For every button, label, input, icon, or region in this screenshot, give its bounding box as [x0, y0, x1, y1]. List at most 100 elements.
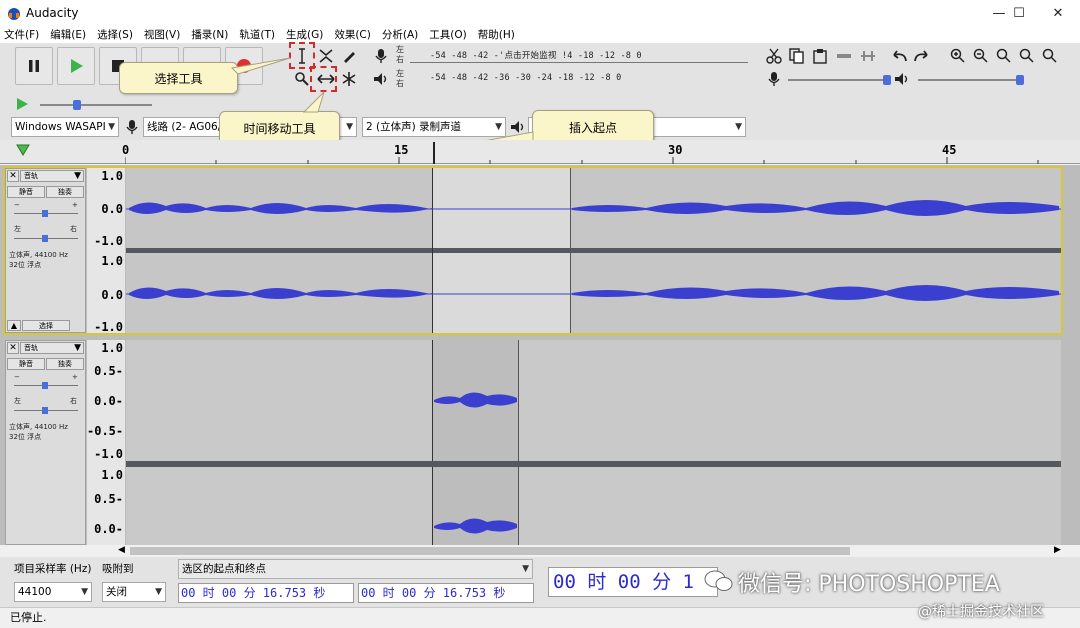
- menu-transport[interactable]: 播录(N): [191, 27, 228, 42]
- record-volume-slider[interactable]: [788, 79, 888, 81]
- menu-edit[interactable]: 编辑(E): [50, 27, 86, 42]
- draw-tool-button[interactable]: [339, 46, 359, 66]
- track-1-select-button[interactable]: 选择: [22, 320, 70, 331]
- copy-button[interactable]: [787, 46, 807, 66]
- play-meter-button[interactable]: [371, 69, 391, 89]
- track-2-menu-button[interactable]: 音轨 ▼: [20, 342, 84, 354]
- play-at-speed-button[interactable]: [12, 94, 32, 114]
- track-1-solo-button[interactable]: 独奏: [46, 186, 84, 198]
- track-2-pan-right: 右: [70, 397, 77, 405]
- selection-end-time[interactable]: 00 时 00 分 16.753 秒: [358, 583, 534, 603]
- wechat-logo-icon: [704, 570, 733, 591]
- track-2-solo-button[interactable]: 独奏: [46, 358, 84, 370]
- audacity-logo-icon: [8, 8, 20, 20]
- scroll-left-icon[interactable]: ◀: [118, 545, 125, 555]
- track-1-pan-thumb[interactable]: [42, 235, 48, 242]
- silence-audio-icon: [861, 51, 875, 61]
- menu-view[interactable]: 视图(V): [144, 27, 180, 42]
- fit-project-button[interactable]: [1017, 46, 1037, 66]
- pin-head-icon[interactable]: [16, 144, 30, 156]
- menu-help[interactable]: 帮助(H): [478, 27, 515, 42]
- ruler-tick-0: 0: [122, 143, 130, 157]
- multi-tool-button[interactable]: [339, 69, 359, 89]
- paste-button[interactable]: [810, 46, 830, 66]
- audio-host-value: Windows WASAPI: [15, 121, 106, 133]
- close-button[interactable]: ✕: [1039, 0, 1077, 26]
- callout-timeshift-pointer: [302, 91, 325, 113]
- play-volume-thumb[interactable]: [1016, 75, 1024, 85]
- project-rate-label: 项目采样率 (Hz): [14, 563, 92, 575]
- play-icon: [17, 98, 28, 110]
- redo-icon: [914, 50, 928, 62]
- audio-host-select[interactable]: Windows WASAPI ▼: [11, 117, 119, 137]
- speed-slider[interactable]: [40, 104, 152, 106]
- track-2-channel-1-wave[interactable]: [126, 340, 1061, 461]
- zoom-tool-button[interactable]: [292, 69, 312, 89]
- snap-to-select[interactable]: 关闭 ▼: [102, 582, 166, 602]
- scroll-right-icon[interactable]: ▶: [1054, 545, 1061, 555]
- track-2-mute-button[interactable]: 静音: [7, 358, 45, 370]
- horizontal-scrollbar[interactable]: ◀ ▶: [118, 545, 1066, 557]
- speed-thumb[interactable]: [73, 100, 81, 110]
- timeshift-tool-highlight: [310, 66, 337, 92]
- track-1-name: 音轨: [24, 172, 38, 180]
- fit-selection-button[interactable]: [994, 46, 1014, 66]
- menu-bar: 文件(F) 编辑(E) 选择(S) 视图(V) 播录(N) 轨道(T) 生成(G…: [0, 26, 1080, 44]
- selection-start-time[interactable]: 00 时 00 分 16.753 秒: [178, 583, 354, 603]
- record-meter-scale[interactable]: -54 -48 -42 -'点击开始监视 !4 -18 -12 -8 0: [430, 49, 642, 61]
- menu-generate[interactable]: 生成(G): [286, 27, 323, 42]
- ruler-minor-ticks: [125, 157, 1039, 164]
- record-meter-button[interactable]: [371, 46, 391, 66]
- project-rate-select[interactable]: 44100 ▼: [14, 582, 92, 602]
- play-button[interactable]: [57, 47, 95, 85]
- track-2-channel-2-wave[interactable]: [126, 467, 1061, 545]
- play-meter-scale[interactable]: -54 -48 -42 -36 -30 -24 -18 -12 -8 0: [430, 73, 621, 85]
- menu-file[interactable]: 文件(F): [4, 27, 39, 42]
- status-text: 已停止.: [10, 611, 47, 624]
- scroll-thumb[interactable]: [130, 547, 850, 555]
- selection-mode-select[interactable]: 选区的起点和终点 ▼: [178, 559, 533, 579]
- track-2-vertical-ruler[interactable]: 1.0 0.5- 0.0- -0.5- -1.0 1.0 0.5- 0.0-: [87, 340, 125, 545]
- maximize-button[interactable]: ☐: [1000, 0, 1038, 26]
- track-2-gain-thumb[interactable]: [42, 382, 48, 389]
- menu-tracks[interactable]: 轨道(T): [239, 27, 275, 42]
- play-volume-slider[interactable]: [918, 79, 1022, 81]
- menu-analyze[interactable]: 分析(A): [382, 27, 418, 42]
- track-1-format: 立体声, 44100 Hz: [9, 251, 68, 259]
- zoom-fit-icon: [1019, 48, 1034, 63]
- record-volume-thumb[interactable]: [883, 75, 891, 85]
- track-1-collapse-button[interactable]: ▲: [7, 320, 21, 331]
- track-1-gain-thumb[interactable]: [42, 210, 48, 217]
- track-1-close-button[interactable]: ✕: [7, 170, 19, 182]
- copy-icon: [789, 48, 804, 64]
- menu-select[interactable]: 选择(S): [97, 27, 133, 42]
- track-1-mute-button[interactable]: 静音: [7, 186, 45, 198]
- envelope-icon: [319, 49, 333, 63]
- undo-button[interactable]: [889, 46, 909, 66]
- zoom-out-button[interactable]: [971, 46, 991, 66]
- track-2-format: 立体声, 44100 Hz: [9, 423, 68, 431]
- track-2-pan-thumb[interactable]: [42, 407, 48, 414]
- silence-button[interactable]: [858, 46, 878, 66]
- track-2-close-button[interactable]: ✕: [7, 342, 19, 354]
- trim-button[interactable]: [834, 46, 854, 66]
- audio-position-time[interactable]: 00 时 00 分 1: [548, 567, 718, 597]
- zoom-toggle-button[interactable]: [1040, 46, 1060, 66]
- pencil-icon: [344, 52, 355, 63]
- menu-effect[interactable]: 效果(C): [334, 27, 371, 42]
- track-1-menu-button[interactable]: 音轨 ▼: [20, 170, 84, 182]
- track-2-ch1-2: 0.5-: [94, 364, 123, 378]
- track-1-vertical-ruler[interactable]: 1.0 0.0 -1.0 1.0 0.0 -1.0: [87, 168, 125, 334]
- chevron-down-icon: ▼: [735, 122, 742, 132]
- microphone-icon: [768, 72, 780, 86]
- timeline-ruler[interactable]: 0 15 30 45: [0, 140, 1080, 164]
- pause-button[interactable]: [15, 47, 53, 85]
- envelope-tool-button[interactable]: [316, 46, 336, 66]
- cut-button[interactable]: [764, 46, 784, 66]
- window-title: Audacity: [26, 6, 79, 20]
- track-2-gain-plus: +: [72, 373, 78, 381]
- menu-tools[interactable]: 工具(O): [429, 27, 466, 42]
- redo-button[interactable]: [912, 46, 932, 66]
- zoom-in-button[interactable]: [948, 46, 968, 66]
- insert-cursor-marker: [433, 142, 435, 164]
